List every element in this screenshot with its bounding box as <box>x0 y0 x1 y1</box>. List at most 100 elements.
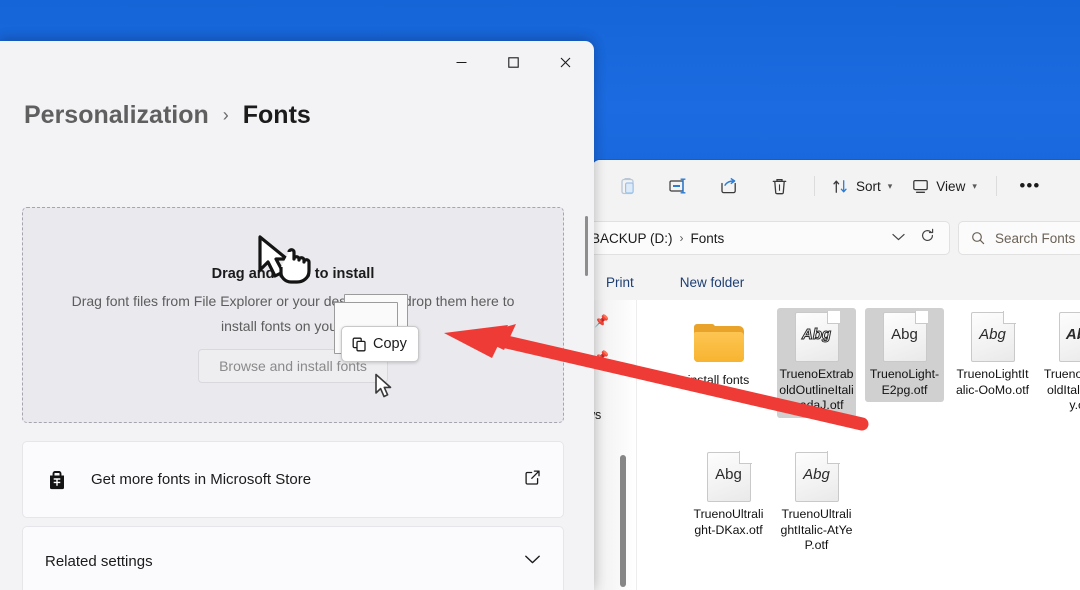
file-label: TruenoExtraboldOutlineItalic-adaJ.otf <box>777 366 856 418</box>
minimize-button[interactable] <box>438 41 484 83</box>
expand-button[interactable] <box>524 552 541 570</box>
list-item[interactable]: install fonts <box>679 314 758 393</box>
delete-button[interactable] <box>756 169 802 203</box>
file-label: TruenoUltralight-DKax.otf <box>689 506 768 542</box>
minimize-icon <box>455 56 468 69</box>
refresh-button[interactable] <box>920 228 935 248</box>
explorer-toolbar: Sort ▾ View ▾ ••• <box>592 160 1080 212</box>
chevron-down-icon <box>891 232 906 242</box>
font-file-icon-wrap: Abg <box>953 308 1032 366</box>
refresh-icon <box>920 228 935 243</box>
related-settings-card[interactable]: Related settings <box>22 526 564 590</box>
font-file-icon-wrap: Abg <box>1041 308 1080 366</box>
explorer-content-area: 📌 📌 ws install fonts Abg <box>592 300 1080 590</box>
sort-label: Sort <box>856 179 881 194</box>
font-preview-text: Abg <box>707 466 751 483</box>
paste-icon <box>621 177 638 196</box>
menu-item-new-folder[interactable]: New folder <box>680 275 745 290</box>
file-label: TruenoUltralightItalic-AtYeP.otf <box>777 506 856 558</box>
folder-icon <box>694 324 744 364</box>
file-label: TruenoLight-E2pg.otf <box>865 366 944 402</box>
list-item[interactable]: Abg TruenoUltralight-DKax.otf <box>689 448 768 542</box>
card-label: Get more fonts in Microsoft Store <box>91 471 311 488</box>
font-file-icon-wrap: Abg <box>865 308 944 366</box>
maximize-button[interactable] <box>490 41 536 83</box>
menu-item-print[interactable]: Print <box>606 275 634 290</box>
settings-window: Personalization › Fonts Drag and drop to… <box>0 41 594 590</box>
list-item[interactable]: Abg TruenoExtraboldOutlineItalic-adaJ.ot… <box>777 308 856 418</box>
file-label: TruenoLightItalic-OoMo.otf <box>953 366 1032 402</box>
font-file-icon: Abg <box>707 452 751 502</box>
ellipsis-icon: ••• <box>1019 181 1040 191</box>
chevron-down-icon <box>524 554 541 565</box>
close-icon <box>559 56 572 69</box>
card-label: Related settings <box>45 553 153 570</box>
rename-button[interactable] <box>656 169 702 203</box>
breadcrumb: Personalization › Fonts <box>24 101 311 130</box>
sort-button[interactable]: Sort ▾ <box>823 169 901 203</box>
font-file-icon: Abg <box>1059 312 1080 362</box>
share-button[interactable] <box>706 169 752 203</box>
microsoft-store-icon <box>45 468 69 492</box>
address-history-button[interactable] <box>891 229 906 247</box>
font-preview-text: Abg <box>795 326 839 343</box>
drag-ghost: Copy <box>334 294 414 358</box>
font-preview-text: Abg <box>1059 326 1080 343</box>
explorer-address-row: BACKUP (D:) › Fonts <box>592 212 1080 264</box>
drag-drop-hand-icon <box>256 234 318 291</box>
font-file-icon: Abg <box>883 312 927 362</box>
font-preview-text: Abg <box>971 326 1015 343</box>
share-icon <box>719 177 739 195</box>
font-file-icon-wrap: Abg <box>689 448 768 506</box>
rename-icon <box>669 177 689 195</box>
font-file-icon-wrap: Abg <box>777 448 856 506</box>
overflow-menu-button[interactable]: ••• <box>1007 169 1053 203</box>
list-item[interactable]: Abg TruenoLight-E2pg.otf <box>865 308 944 402</box>
font-file-icon: Abg <box>795 452 839 502</box>
navigation-pane: 📌 📌 ws <box>592 300 637 590</box>
list-item[interactable]: Abg TruenoSemiboldItalic-35Zy.otf <box>1041 308 1080 418</box>
search-box[interactable]: Search Fonts <box>958 221 1080 255</box>
nav-scrollbar-thumb[interactable] <box>620 455 626 587</box>
maximize-icon <box>507 56 520 69</box>
list-item[interactable]: Abg TruenoLightItalic-OoMo.otf <box>953 308 1032 402</box>
get-more-fonts-card[interactable]: Get more fonts in Microsoft Store <box>22 441 564 518</box>
file-label: TruenoSemiboldItalic-35Zy.otf <box>1041 366 1080 418</box>
settings-titlebar <box>0 41 594 85</box>
file-explorer-window: Sort ▾ View ▾ ••• BACKUP (D:) › Fonts <box>592 160 1080 590</box>
open-external-button[interactable] <box>524 469 541 491</box>
list-item[interactable]: Abg TruenoUltralightItalic-AtYeP.otf <box>777 448 856 558</box>
close-button[interactable] <box>542 41 588 83</box>
breadcrumb-current: Fonts <box>243 101 311 130</box>
font-file-icon: Abg <box>971 312 1015 362</box>
folder-icon-wrap <box>679 314 758 372</box>
dropzone-subtitle: Drag font files from File Explorer or yo… <box>23 289 563 339</box>
search-icon <box>971 231 985 245</box>
chevron-down-icon: ▾ <box>888 181 893 192</box>
paste-button[interactable] <box>606 169 652 203</box>
address-drive: BACKUP (D:) <box>592 231 673 246</box>
pin-icon: 📌 <box>594 350 609 364</box>
breadcrumb-parent[interactable]: Personalization <box>24 101 209 130</box>
address-bar[interactable]: BACKUP (D:) › Fonts <box>592 221 950 255</box>
pin-icon: 📌 <box>594 314 609 328</box>
toolbar-divider <box>814 176 815 196</box>
chevron-down-icon: ▾ <box>972 181 977 192</box>
view-label: View <box>936 179 965 194</box>
font-preview-text: Abg <box>883 326 927 343</box>
address-separator: › <box>680 231 684 245</box>
monitor-icon <box>912 178 929 195</box>
open-external-icon <box>524 469 541 486</box>
copy-icon <box>352 337 367 352</box>
font-preview-text: Abg <box>795 466 839 483</box>
address-folder: Fonts <box>691 231 725 246</box>
breadcrumb-separator-icon: › <box>223 105 229 126</box>
mouse-pointer-icon <box>374 373 394 405</box>
copy-label: Copy <box>373 336 407 352</box>
file-label: install fonts <box>679 372 758 393</box>
sort-arrows-icon <box>832 178 849 195</box>
trash-icon <box>771 177 788 196</box>
view-button[interactable]: View ▾ <box>903 169 986 203</box>
settings-scrollbar-thumb[interactable] <box>585 216 588 276</box>
font-file-icon-wrap: Abg <box>777 308 856 366</box>
